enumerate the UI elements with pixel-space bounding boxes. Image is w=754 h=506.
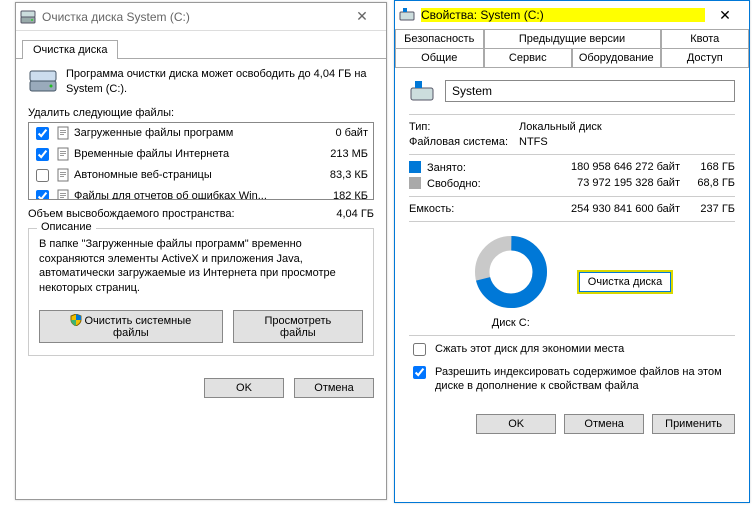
titlebar: Очистка диска System (C:) ✕ [16,3,386,31]
capacity-bytes: 254 930 841 600 байт [519,203,680,215]
disk-cleanup-window: Очистка диска System (C:) ✕ Очистка диск… [15,2,387,500]
description-text: В папке "Загруженные файлы программ" вре… [39,237,363,296]
tab-security[interactable]: Безопасность [395,29,484,48]
fs-value: NTFS [519,136,735,148]
used-human: 168 ГБ [680,161,735,174]
file-checkbox[interactable] [36,127,49,140]
file-type-icon [56,168,70,182]
tab-general[interactable]: Общие [395,49,484,67]
compress-label: Сжать этот диск для экономии места [435,342,624,356]
file-name: Загруженные файлы программ [74,127,310,139]
used-swatch-icon [409,161,421,173]
window-title: Очистка диска System (C:) [42,10,342,24]
cleanup-button[interactable]: Очистка диска [579,272,671,292]
donut-row: Диск C: Очистка диска [409,234,735,329]
used-label: Занято: [409,161,519,174]
content: Тип: Локальный диск Файловая система: NT… [395,68,749,406]
donut-wrap: Диск C: [473,234,549,329]
compress-checkbox-row[interactable]: Сжать этот диск для экономии места [409,342,735,359]
usage-donut-icon [473,234,549,310]
file-checkbox[interactable] [36,169,49,182]
used-bytes: 180 958 646 272 байт [519,161,680,174]
file-row[interactable]: Временные файлы Интернета 213 МБ [29,144,373,165]
tab-quota[interactable]: Квота [661,29,750,48]
tab-previous-versions[interactable]: Предыдущие версии [484,29,661,48]
file-size: 213 МБ [314,148,370,160]
dialog-buttons: OK Отмена [28,378,374,398]
file-size: 0 байт [314,127,370,139]
capacity-human: 237 ГБ [680,203,735,215]
drive-icon [399,7,415,23]
titlebar: Свойства: System (C:) ✕ [395,1,749,29]
file-list[interactable]: Загруженные файлы программ 0 байт Временны… [28,122,374,200]
tab-sharing[interactable]: Доступ [661,49,750,67]
capacity-label: Емкость: [409,203,519,215]
cleanup-drive-icon [28,67,58,95]
tabs-row2: Общие Сервис Оборудование Доступ [395,49,749,68]
file-row[interactable]: Файлы для отчетов об ошибках Win... 182 К… [29,186,373,200]
content: Программа очистки диска может освободить… [16,59,386,406]
ok-button[interactable]: OK [204,378,284,398]
apply-button[interactable]: Применить [652,414,735,434]
tabs-row1: Безопасность Предыдущие версии Квота [395,29,749,49]
file-size: 83,3 КБ [314,169,370,181]
index-checkbox[interactable] [413,366,426,379]
view-files-button[interactable]: Просмотреть файлы [233,310,363,343]
space-grid: Занято: 180 958 646 272 байт 168 ГБ Своб… [409,161,735,190]
file-checkbox[interactable] [36,190,49,200]
drive-name-input[interactable] [445,80,735,102]
tab-hardware[interactable]: Оборудование [572,49,661,67]
file-row[interactable]: Автономные веб-страницы 83,3 КБ [29,165,373,186]
close-icon[interactable]: ✕ [705,7,745,24]
drive-name-row [409,78,735,104]
capacity-grid: Емкость: 254 930 841 600 байт 237 ГБ [409,203,735,215]
description-group: Описание В папке "Загруженные файлы прог… [28,228,374,356]
total-label: Объем высвобождаемого пространства: [28,208,336,220]
clean-system-files-button[interactable]: Очистить системные файлы [39,310,223,343]
index-label: Разрешить индексировать содержимое файло… [435,365,735,394]
tab-strip: Очистка диска [16,37,386,59]
tab-tools[interactable]: Сервис [484,49,573,67]
free-label: Свободно: [409,177,519,190]
dialog-buttons: OK Отмена Применить [395,406,749,444]
total-row: Объем высвобождаемого пространства: 4,04… [28,208,374,220]
cancel-button[interactable]: Отмена [294,378,374,398]
free-swatch-icon [409,177,421,189]
fs-label: Файловая система: [409,136,519,148]
tab-cleanup[interactable]: Очистка диска [22,40,118,59]
drive-icon [20,9,36,25]
drive-properties-window: Свойства: System (C:) ✕ Безопасность Пре… [394,0,750,503]
shield-icon [70,314,82,326]
file-name: Временные файлы Интернета [74,148,310,160]
type-label: Тип: [409,121,519,133]
file-type-icon [56,147,70,161]
total-value: 4,04 ГБ [336,208,374,220]
cancel-button[interactable]: Отмена [564,414,644,434]
file-checkbox[interactable] [36,148,49,161]
close-icon[interactable]: ✕ [342,8,382,25]
drive-large-icon [409,78,435,104]
disk-label: Диск C: [473,317,549,329]
file-type-icon [56,189,70,200]
free-human: 68,8 ГБ [680,177,735,190]
ok-button[interactable]: OK [476,414,556,434]
file-size: 182 КБ [314,190,370,200]
file-name: Автономные веб-страницы [74,169,310,181]
free-bytes: 73 972 195 328 байт [519,177,680,190]
file-type-icon [56,126,70,140]
index-checkbox-row[interactable]: Разрешить индексировать содержимое файло… [409,365,735,394]
compress-checkbox[interactable] [413,343,426,356]
info-row: Программа очистки диска может освободить… [28,67,374,97]
type-fs-grid: Тип: Локальный диск Файловая система: NT… [409,121,735,148]
info-text: Программа очистки диска может освободить… [66,67,374,97]
delete-files-label: Удалить следующие файлы: [28,107,374,119]
group-buttons: Очистить системные файлы Просмотреть фай… [39,310,363,343]
description-title: Описание [37,221,96,233]
file-name: Файлы для отчетов об ошибках Win... [74,190,310,200]
type-value: Локальный диск [519,121,735,133]
window-title: Свойства: System (C:) [421,8,705,22]
file-row[interactable]: Загруженные файлы программ 0 байт [29,123,373,144]
